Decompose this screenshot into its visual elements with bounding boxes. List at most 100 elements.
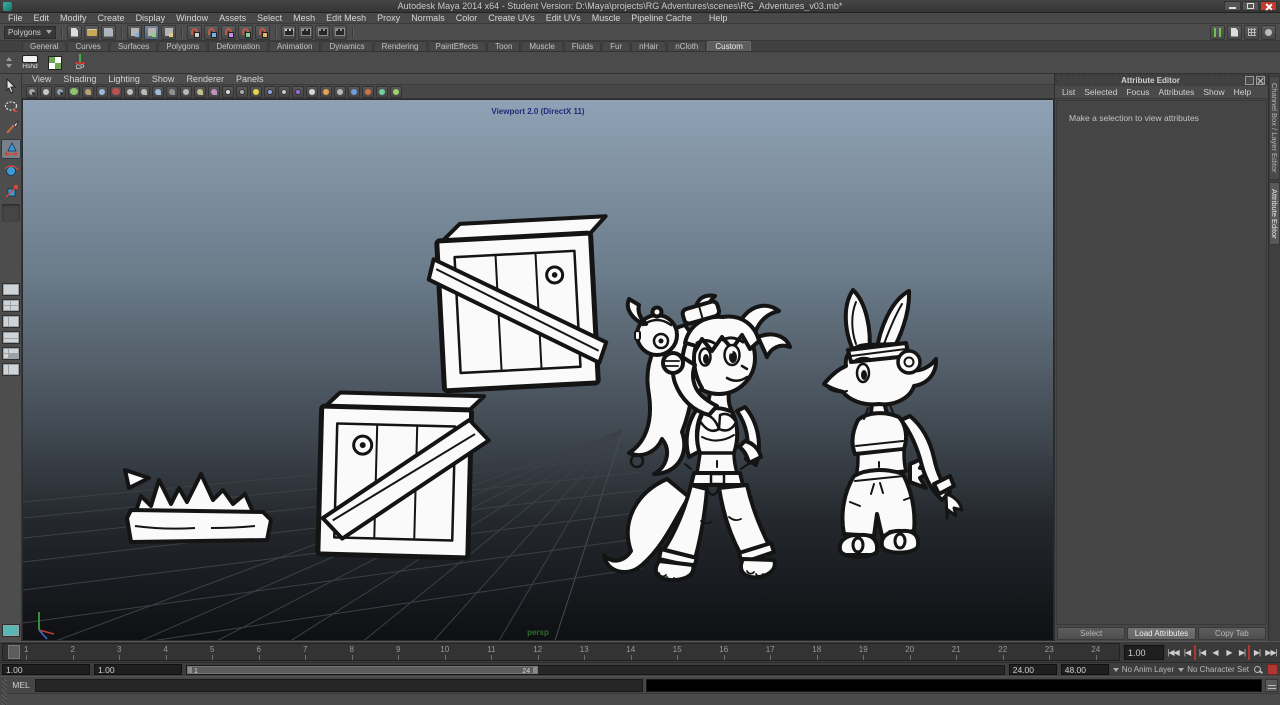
animation-start-field[interactable]: 1.00 — [2, 664, 90, 675]
shelf-tab-animation[interactable]: Animation — [269, 41, 321, 51]
layout-persp-graph-button[interactable] — [2, 331, 20, 344]
bookmark-view-icon[interactable] — [68, 86, 80, 98]
ipr-render-icon[interactable] — [315, 25, 330, 40]
frame-tick-5[interactable]: 5 — [189, 644, 236, 660]
highlight-selection-mode-icon[interactable] — [1210, 25, 1225, 40]
playback-button-[interactable]: |◀ — [1180, 645, 1194, 660]
selection-mode-dropdown[interactable]: Polygons — [4, 26, 56, 39]
panel-menu-shading[interactable]: Shading — [63, 74, 96, 84]
gamma-correction-icon[interactable] — [348, 86, 360, 98]
animation-end-field[interactable]: 48.00 — [1061, 664, 1109, 675]
textured-display-icon[interactable] — [250, 86, 262, 98]
crate-lower-object[interactable] — [318, 392, 490, 558]
frame-tick-22[interactable]: 22 — [980, 644, 1027, 660]
menu-item-edit[interactable]: Edit — [34, 13, 50, 23]
ae-menu-selected[interactable]: Selected — [1084, 87, 1117, 97]
playback-button-[interactable]: |◀ — [1194, 645, 1208, 660]
command-language-toggle[interactable]: MEL — [10, 680, 32, 690]
menu-item-create[interactable]: Create — [98, 13, 125, 23]
playback-button-[interactable]: ▶| — [1250, 645, 1264, 660]
menu-item-pipeline-cache[interactable]: Pipeline Cache — [631, 13, 692, 23]
frame-tick-7[interactable]: 7 — [282, 644, 329, 660]
undock-panel-icon[interactable] — [1245, 76, 1254, 85]
film-gate-icon[interactable] — [138, 86, 150, 98]
menu-item-help[interactable]: Help — [709, 13, 728, 23]
shelf-tab-deformation[interactable]: Deformation — [208, 41, 268, 51]
menu-item-normals[interactable]: Normals — [411, 13, 445, 23]
paint-select-tool-button[interactable] — [1, 118, 21, 138]
playback-button-[interactable]: ▶▶| — [1264, 645, 1278, 660]
move-tool-button[interactable] — [1, 139, 21, 159]
last-tool-slot[interactable] — [2, 204, 20, 222]
menu-item-window[interactable]: Window — [176, 13, 208, 23]
frame-tick-13[interactable]: 13 — [561, 644, 608, 660]
multisample-aa-icon[interactable] — [334, 86, 346, 98]
rotate-tool-button[interactable] — [1, 160, 21, 180]
command-line-grip[interactable] — [2, 679, 7, 692]
menu-item-select[interactable]: Select — [257, 13, 282, 23]
open-render-view-icon[interactable] — [281, 25, 296, 40]
attribute-editor-header[interactable]: Attribute Editor — [1055, 74, 1268, 86]
frame-tick-24[interactable]: 24 — [1073, 644, 1120, 660]
shelf-tab-nhair[interactable]: nHair — [631, 41, 666, 51]
render-current-frame-icon[interactable] — [298, 25, 313, 40]
ae-button-copy-tab[interactable]: Copy Tab — [1198, 627, 1266, 640]
frame-tick-23[interactable]: 23 — [1026, 644, 1073, 660]
menu-item-display[interactable]: Display — [136, 13, 166, 23]
ae-menu-focus[interactable]: Focus — [1126, 87, 1149, 97]
wireframe-display-icon[interactable] — [222, 86, 234, 98]
shelf-menu-button[interactable] — [2, 54, 16, 72]
screen-space-ao-icon[interactable] — [306, 86, 318, 98]
snap-to-point-icon[interactable] — [221, 25, 236, 40]
motion-blur-icon[interactable] — [320, 86, 332, 98]
menu-item-color[interactable]: Color — [456, 13, 478, 23]
ae-menu-list[interactable]: List — [1062, 87, 1075, 97]
playback-start-field[interactable]: 1.00 — [94, 664, 182, 675]
shelf-tab-fur[interactable]: Fur — [602, 41, 630, 51]
minimize-button[interactable] — [1224, 1, 1241, 11]
command-result-field[interactable] — [646, 679, 1262, 692]
playback-end-field[interactable]: 24.00 — [1009, 664, 1057, 675]
frame-tick-19[interactable]: 19 — [840, 644, 887, 660]
snap-to-grid-icon[interactable] — [187, 25, 202, 40]
shelf-item-hshd[interactable]: Hshd — [19, 53, 41, 73]
shelf-tab-surfaces[interactable]: Surfaces — [110, 41, 158, 51]
sidebar-tab-channel-box-layer-editor[interactable]: Channel Box / Layer Editor — [1269, 76, 1280, 180]
camera-attributes-icon[interactable] — [54, 86, 66, 98]
panel-menu-view[interactable]: View — [32, 74, 51, 84]
panel-menu-panels[interactable]: Panels — [236, 74, 264, 84]
frame-tick-11[interactable]: 11 — [468, 644, 515, 660]
auto-keyframe-icon[interactable] — [1253, 665, 1263, 675]
shelf-tab-curves[interactable]: Curves — [67, 41, 108, 51]
shelf-item-checker[interactable] — [44, 53, 66, 73]
shelf-item-cp[interactable]: CP — [69, 53, 91, 73]
ae-menu-attributes[interactable]: Attributes — [1158, 87, 1194, 97]
snap-to-view-plane-icon[interactable] — [238, 25, 253, 40]
layout-single-pane-button[interactable] — [2, 283, 20, 296]
shelf-tab-toon[interactable]: Toon — [487, 41, 520, 51]
field-chart-icon[interactable] — [180, 86, 192, 98]
menu-item-edit-mesh[interactable]: Edit Mesh — [326, 13, 366, 23]
toolbar-separator[interactable] — [178, 26, 185, 39]
panel-menu-renderer[interactable]: Renderer — [186, 74, 224, 84]
range-slider-range[interactable]: 1 24 — [187, 666, 538, 674]
two-d-pan-zoom-icon[interactable] — [96, 86, 108, 98]
shelf-tab-polygons[interactable]: Polygons — [158, 41, 207, 51]
toolbar-separator[interactable] — [272, 26, 279, 39]
menu-item-file[interactable]: File — [8, 13, 23, 23]
frame-tick-9[interactable]: 9 — [375, 644, 422, 660]
time-slider[interactable]: 123456789101112131415161718192021222324 — [2, 643, 1120, 661]
playback-button-[interactable]: |◀◀ — [1166, 645, 1180, 660]
frame-tick-18[interactable]: 18 — [794, 644, 841, 660]
grid-snap-options-icon[interactable] — [1244, 25, 1259, 40]
resolution-gate-icon[interactable] — [152, 86, 164, 98]
select-camera-icon[interactable] — [26, 86, 38, 98]
frame-tick-12[interactable]: 12 — [515, 644, 562, 660]
menu-item-create-uvs[interactable]: Create UVs — [488, 13, 535, 23]
animation-preferences-icon[interactable] — [1267, 664, 1278, 675]
input-output-connections-icon[interactable] — [1261, 25, 1276, 40]
xray-display-icon[interactable] — [390, 86, 402, 98]
menu-item-modify[interactable]: Modify — [60, 13, 87, 23]
frame-tick-15[interactable]: 15 — [654, 644, 701, 660]
shelf-tab-fluids[interactable]: Fluids — [564, 41, 601, 51]
